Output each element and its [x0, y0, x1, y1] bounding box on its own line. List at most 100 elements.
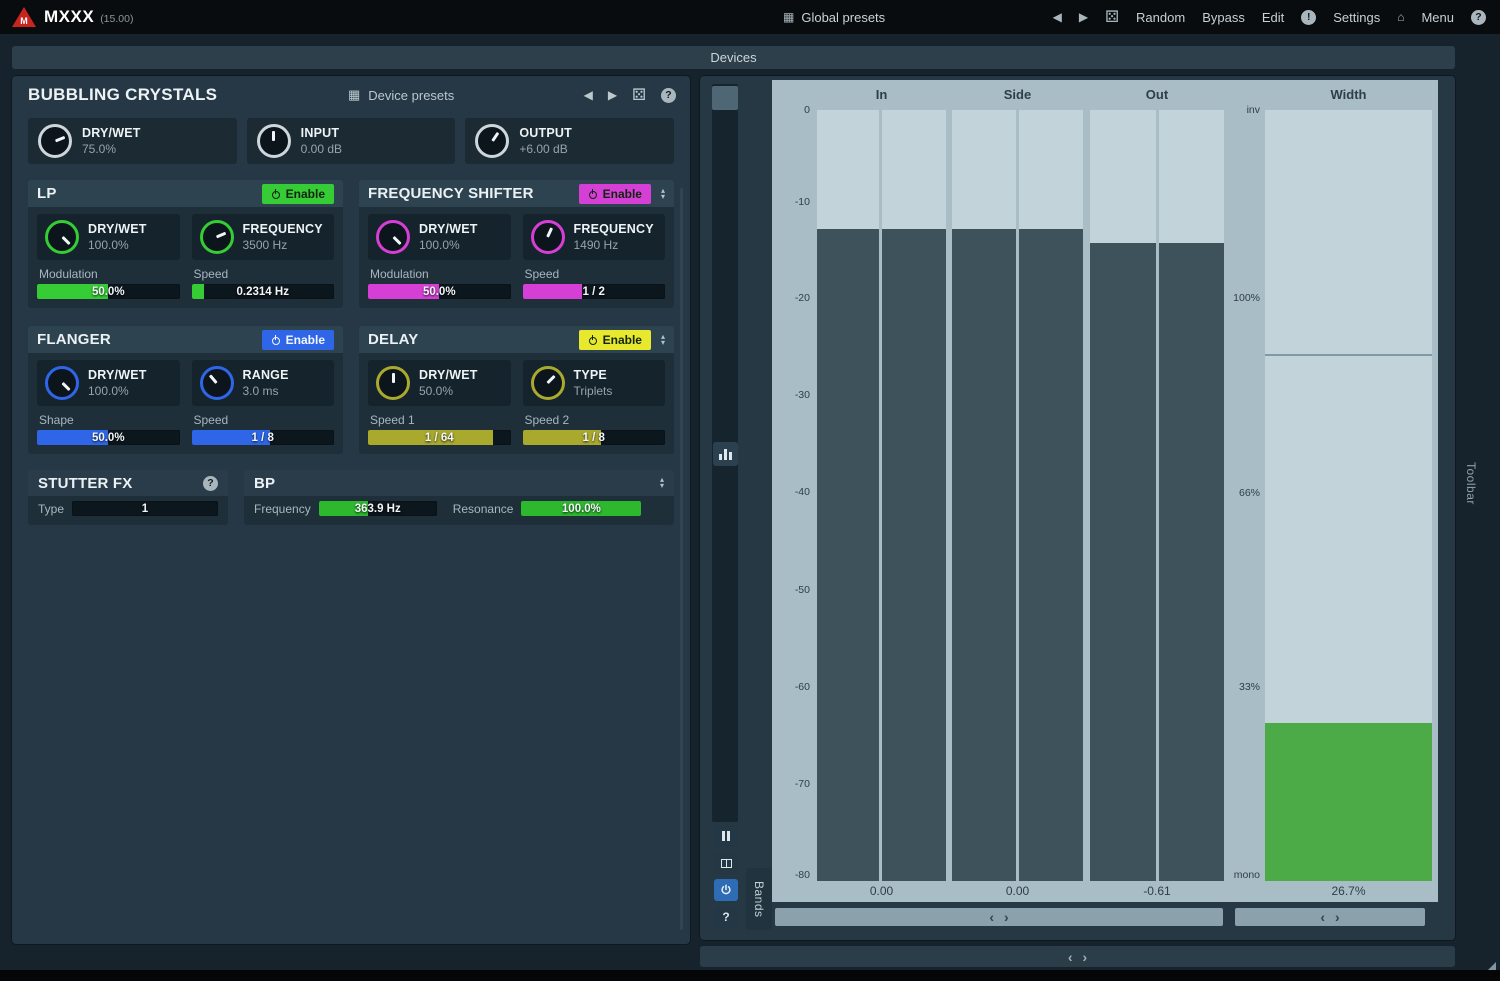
knob-dial[interactable]	[38, 124, 72, 158]
enable-button[interactable]: Enable	[579, 330, 651, 350]
knob-dry-wet[interactable]: DRY/WET 100.0%	[368, 214, 511, 260]
module-header: FLANGER Enable	[28, 326, 343, 353]
knob-value: 50.0%	[419, 384, 478, 398]
db-tick: -20	[772, 292, 810, 304]
bottom-scrollbar[interactable]: ‹ ›	[700, 946, 1455, 967]
help-icon[interactable]: ?	[1471, 10, 1486, 25]
frequency-slider[interactable]: 363.9 Hz	[319, 501, 437, 516]
knob-label: INPUT	[301, 126, 342, 140]
knob-dial[interactable]	[200, 366, 234, 400]
modulation-slider[interactable]: 50.0%	[37, 284, 180, 299]
menu-button[interactable]: Menu	[1421, 10, 1454, 25]
knob-label: DRY/WET	[88, 222, 147, 236]
columns-icon	[719, 449, 732, 460]
window-split-icon	[721, 859, 732, 868]
help-icon[interactable]: ?	[203, 476, 218, 491]
db-tick: -10	[772, 196, 810, 208]
bypass-button[interactable]: Bypass	[1202, 10, 1245, 25]
resonance-slider[interactable]: 100.0%	[521, 501, 641, 516]
power-icon	[271, 335, 281, 345]
home-icon[interactable]: ⌂	[1397, 10, 1404, 24]
random-button[interactable]: Random	[1136, 10, 1185, 25]
device-panel: BUBBLING CRYSTALS ▦ Device presets ◀ ▶ ⚄…	[12, 76, 690, 944]
knob-dial[interactable]	[200, 220, 234, 254]
tab-bands[interactable]: Bands	[746, 868, 772, 930]
pause-icon	[722, 831, 730, 841]
prev-preset-icon[interactable]: ◀	[584, 88, 593, 102]
knob-dial[interactable]	[475, 124, 509, 158]
knob-dry-wet[interactable]: DRY/WET 50.0%	[368, 360, 511, 406]
power-button[interactable]	[714, 879, 738, 901]
layout-button[interactable]	[714, 852, 738, 874]
scroll-left-icon: ‹	[989, 910, 994, 924]
module-header: LP Enable	[28, 180, 343, 207]
knob-dry-wet[interactable]: DRY/WET 100.0%	[37, 214, 180, 260]
tab-devices[interactable]: Devices	[12, 46, 1455, 69]
edit-button[interactable]: Edit	[1262, 10, 1284, 25]
readout-side: 0.00	[952, 884, 1083, 898]
device-presets-button[interactable]: ▦ Device presets	[348, 87, 454, 103]
knob-dial[interactable]	[45, 366, 79, 400]
reorder-spinner[interactable]: ▴▾	[660, 477, 664, 489]
global-presets-button[interactable]: ▦ Global presets	[783, 10, 885, 25]
width-tick: mono	[1222, 869, 1260, 881]
width-value-bar	[1265, 723, 1432, 881]
speed2-slider[interactable]: 1 / 8	[523, 430, 666, 445]
speed-slider[interactable]: 1 / 2	[523, 284, 666, 299]
scroll-right-icon: ›	[1083, 950, 1088, 964]
shape-slider[interactable]: 50.0%	[37, 430, 180, 445]
knob-dry-wet[interactable]: DRY/WET 100.0%	[37, 360, 180, 406]
help-button[interactable]: ?	[714, 906, 738, 928]
enable-button[interactable]: Enable	[262, 330, 334, 350]
knob-dial[interactable]	[531, 220, 565, 254]
meter-bar-divider	[1156, 110, 1159, 881]
meter-canvas[interactable]: In Side Out Width 0 -10 -20 -30 -40 -50 …	[772, 80, 1438, 902]
meter-scrollbar[interactable]: ‹ ›	[775, 908, 1223, 926]
enable-button[interactable]: Enable	[579, 184, 651, 204]
meter-column-header: In	[817, 87, 946, 102]
next-preset-icon[interactable]: ▶	[1079, 10, 1088, 24]
dice-icon[interactable]: ⚄	[632, 85, 646, 105]
knob-input[interactable]: INPUT 0.00 dB	[247, 118, 456, 164]
speed-slider[interactable]: 0.2314 Hz	[192, 284, 335, 299]
knob-value: +6.00 dB	[519, 142, 572, 156]
knob-output[interactable]: OUTPUT +6.00 dB	[465, 118, 674, 164]
knob-dial[interactable]	[376, 366, 410, 400]
knob-frequency[interactable]: FREQUENCY 1490 Hz	[523, 214, 666, 260]
knob-dial[interactable]	[376, 220, 410, 254]
speed1-slider[interactable]: 1 / 64	[368, 430, 511, 445]
knob-frequency[interactable]: FREQUENCY 3500 Hz	[192, 214, 335, 260]
knob-dial[interactable]	[257, 124, 291, 158]
module-title: DELAY	[368, 331, 571, 348]
enable-label: Enable	[286, 333, 325, 347]
tab-devices-label: Devices	[710, 50, 756, 65]
speed-slider[interactable]: 1 / 8	[192, 430, 335, 445]
meter-mode-button[interactable]	[713, 442, 738, 466]
enable-label: Enable	[286, 187, 325, 201]
knob-dial[interactable]	[531, 366, 565, 400]
readout-out: -0.61	[1090, 884, 1224, 898]
db-tick: -60	[772, 681, 810, 693]
knob-range[interactable]: RANGE 3.0 ms	[192, 360, 335, 406]
device-panel-scrollbar[interactable]	[680, 188, 683, 930]
pause-button[interactable]	[714, 825, 738, 847]
next-preset-icon[interactable]: ▶	[608, 88, 617, 102]
param-value: 50.0%	[37, 430, 180, 445]
dice-icon[interactable]: ⚄	[1105, 7, 1119, 27]
knob-type[interactable]: TYPE Triplets	[523, 360, 666, 406]
reorder-spinner[interactable]: ▴▾	[661, 334, 665, 346]
reorder-spinner[interactable]: ▴▾	[661, 188, 665, 200]
knob-dry-wet[interactable]: DRY/WET 75.0%	[28, 118, 237, 164]
enable-button[interactable]: Enable	[262, 184, 334, 204]
type-slider[interactable]: 1	[72, 501, 218, 516]
help-icon[interactable]: ?	[661, 88, 676, 103]
width-scrollbar[interactable]: ‹ ›	[1235, 908, 1425, 926]
info-icon[interactable]: !	[1301, 10, 1316, 25]
settings-button[interactable]: Settings	[1333, 10, 1380, 25]
slider-handle[interactable]	[712, 86, 738, 110]
toolbar-tab[interactable]: Toolbar	[1464, 462, 1478, 505]
prev-preset-icon[interactable]: ◀	[1053, 10, 1062, 24]
param-label: Shape	[37, 413, 180, 427]
modulation-slider[interactable]: 50.0%	[368, 284, 511, 299]
knob-dial[interactable]	[45, 220, 79, 254]
